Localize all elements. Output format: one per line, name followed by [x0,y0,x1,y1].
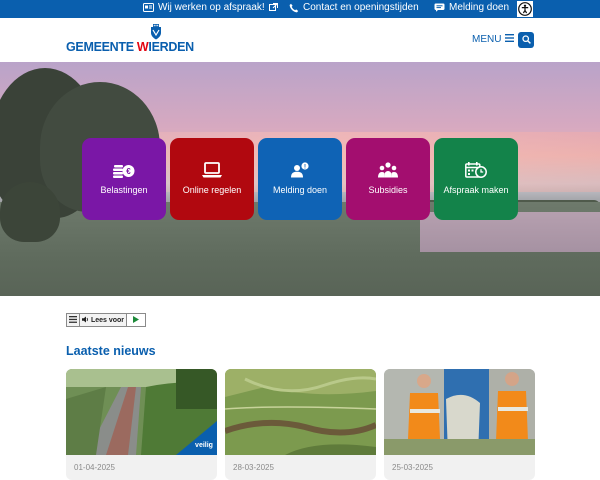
laptop-icon [202,162,222,178]
search-button[interactable] [518,32,534,48]
hamburger-icon [505,34,515,45]
play-button[interactable] [127,314,145,326]
play-icon [133,315,139,325]
tile-online-regelen[interactable]: Online regelen [170,138,254,220]
work-by-appointment-label: Wij werken op afspraak! [158,2,265,13]
menu-label: MENU [472,34,502,45]
news-image [225,369,376,455]
news-image [384,369,535,455]
tile-subsidies[interactable]: Subsidies [346,138,430,220]
people-group-icon [378,162,398,178]
tile-belastingen[interactable]: € Belastingen [82,138,166,220]
news-date: 25-03-2025 [392,463,433,472]
external-link-icon [268,3,278,12]
speaker-icon [81,316,89,325]
list-icon [69,315,77,325]
tile-label: Online regelen [182,185,242,195]
menu-button[interactable]: MENU [472,34,515,45]
news-card[interactable]: 28-03-2025 [225,369,376,480]
news-image: veilig [66,369,217,455]
tile-label: Afspraak maken [443,185,509,195]
top-utility-bar: Wij werken op afspraak! Contact en openi… [0,0,600,18]
news-card[interactable]: veilig 01-04-2025 [66,369,217,480]
read-aloud-label: Lees voor [90,316,125,324]
id-card-icon [143,3,154,12]
work-by-appointment-link[interactable]: Wij werken op afspraak! [143,2,278,13]
news-card[interactable]: 25-03-2025 [384,369,535,480]
logo-text-part2: IERDEN [148,40,194,54]
hero-tree [0,182,60,242]
chat-icon [434,3,445,12]
tile-melding-doen[interactable]: ! Melding doen [258,138,342,220]
svg-text:!: ! [304,164,306,170]
tile-label: Belastingen [100,185,148,195]
svg-text:€: € [126,167,131,176]
read-aloud-widget: Lees voor [66,313,146,327]
logo-text-part1: GEMEENTE [66,40,137,54]
report-label: Melding doen [449,2,510,13]
read-aloud-button[interactable]: Lees voor [80,314,127,326]
tile-label: Subsidies [368,185,408,195]
news-badge-text: veilig [195,442,213,449]
accessibility-icon [518,2,532,16]
coins-euro-icon: € [113,162,135,178]
logo-text: GEMEENTE WIERDEN [66,40,194,54]
site-header: GEMEENTE WIERDEN MENU [0,18,600,62]
news-heading: Laatste nieuws [66,344,156,358]
tile-label: Melding doen [272,185,328,195]
search-icon [521,31,531,49]
news-date: 28-03-2025 [233,463,274,472]
contact-label: Contact en openingstijden [303,2,419,13]
contact-link[interactable]: Contact en openingstijden [289,2,419,13]
calendar-clock-icon [465,162,487,178]
phone-icon [289,3,299,13]
person-alert-icon: ! [290,162,310,178]
news-date: 01-04-2025 [74,463,115,472]
accessibility-button[interactable] [516,0,534,18]
tile-afspraak-maken[interactable]: Afspraak maken [434,138,518,220]
report-link[interactable]: Melding doen [434,2,509,13]
logo[interactable]: GEMEENTE WIERDEN [66,24,194,56]
read-aloud-menu-button[interactable] [67,314,80,326]
logo-text-accent: W [136,40,149,54]
